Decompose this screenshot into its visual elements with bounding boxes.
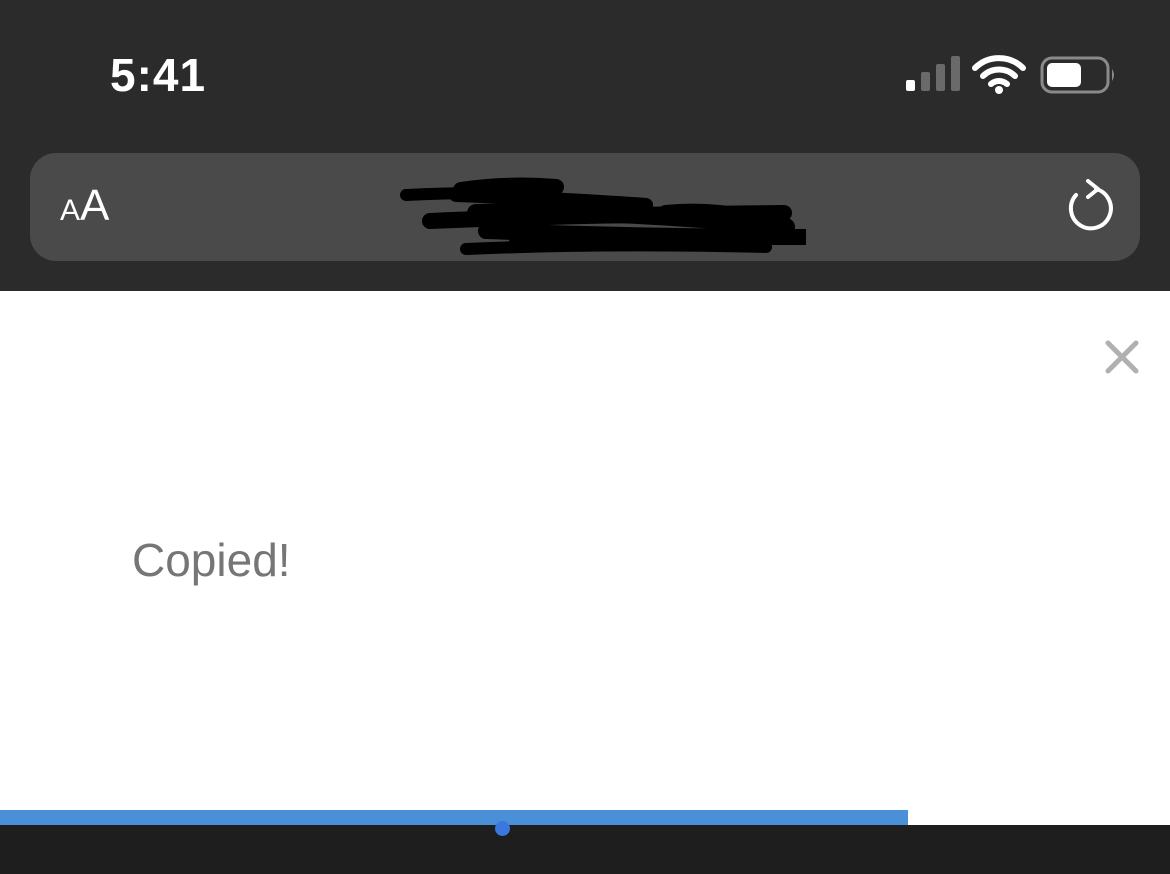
redacted-url[interactable]	[366, 165, 806, 257]
cellular-signal-icon	[906, 56, 960, 91]
page-indicator-dot[interactable]	[495, 821, 510, 836]
reader-big-a: A	[80, 181, 110, 230]
close-icon[interactable]	[1102, 337, 1142, 377]
progress-bar	[0, 810, 1170, 825]
web-page: Copied!	[0, 291, 1170, 825]
reload-icon[interactable]	[1060, 177, 1120, 237]
reader-mode-button[interactable]: AA	[60, 181, 130, 233]
copied-message: Copied!	[132, 534, 291, 586]
status-time: 5:41	[110, 49, 207, 101]
progress-bar-fill	[0, 810, 908, 825]
browser-screen: 5:41 AA Copied!	[0, 0, 1170, 874]
wifi-icon	[972, 55, 1026, 94]
status-bar: 5:41	[0, 0, 1170, 150]
battery-icon	[1040, 56, 1114, 94]
reader-small-a: A	[60, 194, 81, 227]
address-bar[interactable]: AA	[30, 153, 1140, 261]
bottom-toolbar	[0, 821, 1170, 874]
